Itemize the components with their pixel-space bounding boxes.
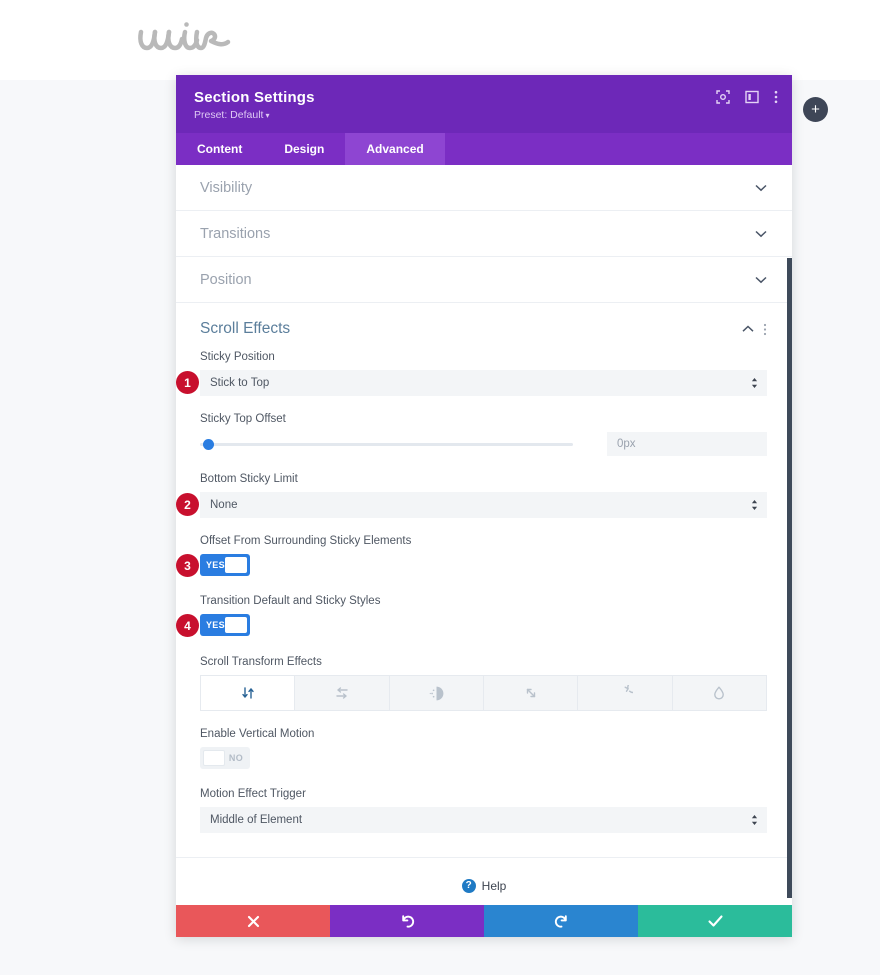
preset-label: Preset: Default	[194, 109, 264, 121]
more-vertical-icon[interactable]	[763, 323, 767, 336]
chevron-down-icon	[755, 276, 767, 284]
accordion-transitions-label: Transitions	[200, 225, 271, 242]
sticky-top-offset-label: Sticky Top Offset	[200, 413, 286, 425]
slider-track	[200, 442, 573, 446]
accordion-scroll-effects-label: Scroll Effects	[200, 320, 291, 337]
accordion-position-label: Position	[200, 271, 252, 288]
transition-styles-label: Transition Default and Sticky Styles	[200, 595, 381, 607]
motion-effect-trigger-value: Middle of Element	[210, 814, 303, 826]
slider-handle[interactable]	[203, 438, 214, 450]
horizontal-motion-icon[interactable]	[295, 676, 390, 710]
toggle-knob	[225, 557, 247, 573]
step-badge-2: 2	[176, 493, 199, 516]
add-section-button[interactable]: +	[803, 97, 828, 122]
motion-effect-trigger-label: Motion Effect Trigger	[200, 788, 306, 800]
field-sticky-position: Sticky Position 1 Stick to Top	[176, 351, 767, 396]
scale-icon[interactable]	[483, 676, 579, 710]
sticky-top-offset-slider[interactable]	[200, 433, 597, 455]
field-scroll-transform-effects: Scroll Transform Effects	[200, 656, 767, 711]
modal-scrollbar-thumb[interactable]	[787, 258, 792, 898]
plus-icon: +	[811, 101, 820, 118]
save-button[interactable]	[638, 905, 792, 937]
chevron-down-icon	[755, 184, 767, 192]
chevron-updown-icon	[751, 378, 758, 389]
field-motion-effect-trigger: Motion Effect Trigger Middle of Element	[200, 788, 767, 833]
sticky-position-label: Sticky Position	[200, 351, 275, 363]
site-logo	[133, 14, 243, 64]
scroll-effects-settings: Sticky Position 1 Stick to Top Sticky To…	[176, 351, 792, 857]
offset-surrounding-label: Offset From Surrounding Sticky Elements	[200, 535, 412, 547]
chevron-updown-icon	[751, 815, 758, 826]
tab-design[interactable]: Design	[263, 133, 345, 165]
undo-button[interactable]	[330, 905, 484, 937]
modal-header-actions	[716, 90, 778, 104]
modal-footer	[176, 905, 792, 937]
transition-styles-toggle[interactable]: YES	[200, 614, 250, 636]
layout-panel-icon[interactable]	[745, 90, 759, 104]
chevron-up-icon[interactable]	[742, 325, 754, 333]
tab-content[interactable]: Content	[176, 133, 263, 165]
accordion-visibility[interactable]: Visibility	[176, 165, 792, 211]
scroll-transform-effects-tabs	[200, 675, 767, 711]
step-badge-1: 1	[176, 371, 199, 394]
sticky-position-value: Stick to Top	[210, 377, 270, 389]
accordion-position[interactable]: Position	[176, 257, 792, 303]
enable-vertical-motion-toggle[interactable]: NO	[200, 747, 250, 769]
bottom-sticky-limit-label: Bottom Sticky Limit	[200, 473, 298, 485]
bottom-sticky-limit-value: None	[210, 499, 238, 511]
field-transition-default-sticky-styles: Transition Default and Sticky Styles 4 Y…	[176, 595, 767, 637]
scroll-transform-effects-label: Scroll Transform Effects	[200, 656, 322, 668]
bottom-sticky-limit-select[interactable]: None	[200, 492, 767, 518]
rotate-icon[interactable]	[578, 676, 673, 710]
sticky-position-select[interactable]: Stick to Top	[200, 370, 767, 396]
modal-body: Visibility Transitions Position Scroll E…	[176, 165, 792, 905]
chevron-down-icon: ▾	[265, 111, 270, 120]
preset-selector[interactable]: Preset: Default ▾	[194, 109, 774, 121]
close-icon	[247, 915, 260, 928]
focus-icon[interactable]	[716, 90, 730, 104]
fade-icon[interactable]	[389, 676, 484, 710]
page-title: Section Settings	[194, 89, 315, 106]
toggle-label: NO	[228, 753, 243, 763]
chevron-updown-icon	[751, 500, 758, 511]
field-offset-surrounding-sticky: Offset From Surrounding Sticky Elements …	[176, 535, 767, 577]
redo-icon	[554, 914, 569, 929]
section-settings-modal: Section Settings Preset: Default ▾ Conte…	[176, 75, 792, 937]
redo-button[interactable]	[484, 905, 638, 937]
enable-vertical-motion-label: Enable Vertical Motion	[200, 728, 315, 740]
chevron-down-icon	[755, 230, 767, 238]
toggle-knob	[203, 750, 225, 766]
modal-header: Section Settings Preset: Default ▾	[176, 75, 792, 133]
sticky-top-offset-input[interactable]	[607, 432, 767, 456]
vertical-motion-icon[interactable]	[201, 676, 296, 710]
accordion-visibility-label: Visibility	[200, 179, 253, 196]
field-sticky-top-offset: Sticky Top Offset	[200, 413, 767, 456]
page-header-area	[0, 0, 880, 80]
tab-advanced[interactable]: Advanced	[345, 133, 445, 165]
field-bottom-sticky-limit: Bottom Sticky Limit 2 None	[176, 473, 767, 518]
blur-icon[interactable]	[672, 676, 766, 710]
field-enable-vertical-motion: Enable Vertical Motion NO	[200, 728, 767, 769]
accordion-scroll-effects[interactable]: Scroll Effects	[176, 303, 792, 351]
step-badge-3: 3	[176, 554, 199, 577]
toggle-knob	[225, 617, 247, 633]
more-vertical-icon[interactable]	[774, 90, 778, 104]
help-area: ? Help	[176, 857, 792, 905]
help-link[interactable]: Help	[482, 879, 507, 893]
accordion-transitions[interactable]: Transitions	[176, 211, 792, 257]
toggle-label: YES	[206, 560, 225, 570]
step-badge-4: 4	[176, 614, 199, 637]
offset-surrounding-toggle[interactable]: YES	[200, 554, 250, 576]
cancel-button[interactable]	[176, 905, 330, 937]
check-icon	[707, 914, 723, 928]
undo-icon	[400, 914, 415, 929]
toggle-label: YES	[206, 620, 225, 630]
help-question-icon: ?	[461, 878, 476, 893]
modal-tabs: Content Design Advanced	[176, 133, 792, 165]
motion-effect-trigger-select[interactable]: Middle of Element	[200, 807, 767, 833]
